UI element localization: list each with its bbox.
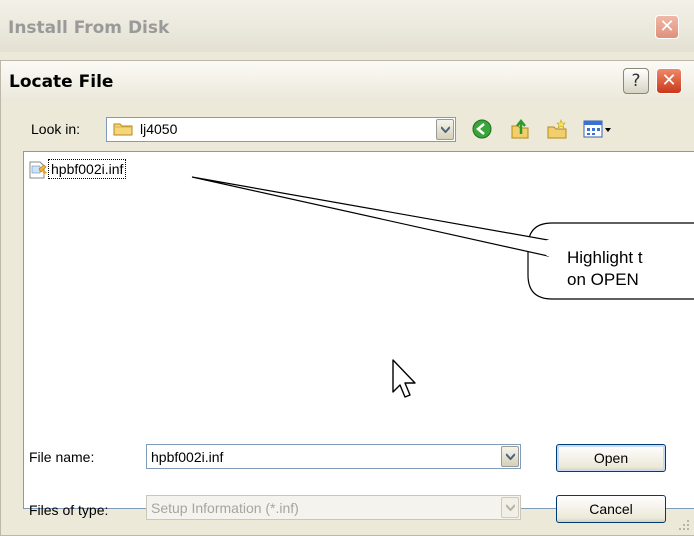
dialog-title: Locate File [9,72,114,92]
help-button[interactable]: ? [623,68,649,94]
file-type-value: Setup Information (*.inf) [151,500,299,516]
callout-text: Highlight t on OPEN [567,247,643,291]
look-in-label: Look in: [31,121,81,137]
locate-file-dialog: Locate File ? ✕ Look in: lj4050 hpbf002i… [0,60,694,536]
mouse-cursor-icon [392,359,416,398]
file-type-label: Files of type: [29,502,109,518]
background-dialog: Install From Disk ✕ [0,0,694,52]
look-in-dropdown-arrow[interactable] [436,119,454,140]
file-name-label: File name: [29,449,95,465]
title-bar: Locate File ? ✕ [1,61,694,101]
up-folder-icon[interactable] [509,118,531,140]
file-name-value: hpbf002i.inf [151,449,224,465]
callout-line-2: on OPEN [567,270,639,289]
background-dialog-title: Install From Disk [8,18,170,38]
file-name-field[interactable]: hpbf002i.inf [146,444,521,469]
close-button[interactable]: ✕ [656,68,682,94]
views-menu-icon[interactable] [582,118,614,140]
file-type-dropdown-arrow[interactable] [501,497,519,518]
chevron-down-icon [441,126,450,133]
close-icon: ✕ [659,16,675,37]
callout-line-1: Highlight t [567,248,643,267]
file-name: hpbf002i.inf [48,159,127,179]
look-in-value: lj4050 [140,121,178,137]
resize-grip-icon[interactable] [678,519,690,531]
folder-icon [113,123,133,136]
background-close-button[interactable]: ✕ [655,15,679,39]
file-type-select[interactable]: Setup Information (*.inf) [146,495,521,520]
file-name-dropdown-arrow[interactable] [501,446,519,467]
chevron-down-icon [506,504,515,511]
chevron-down-icon [506,453,515,460]
open-button[interactable]: Open [556,444,666,472]
new-folder-icon[interactable] [546,118,568,140]
look-in-combobox[interactable]: lj4050 [106,117,456,142]
back-icon[interactable] [471,118,493,140]
setup-information-file-icon [29,161,47,179]
cancel-button[interactable]: Cancel [556,495,666,523]
